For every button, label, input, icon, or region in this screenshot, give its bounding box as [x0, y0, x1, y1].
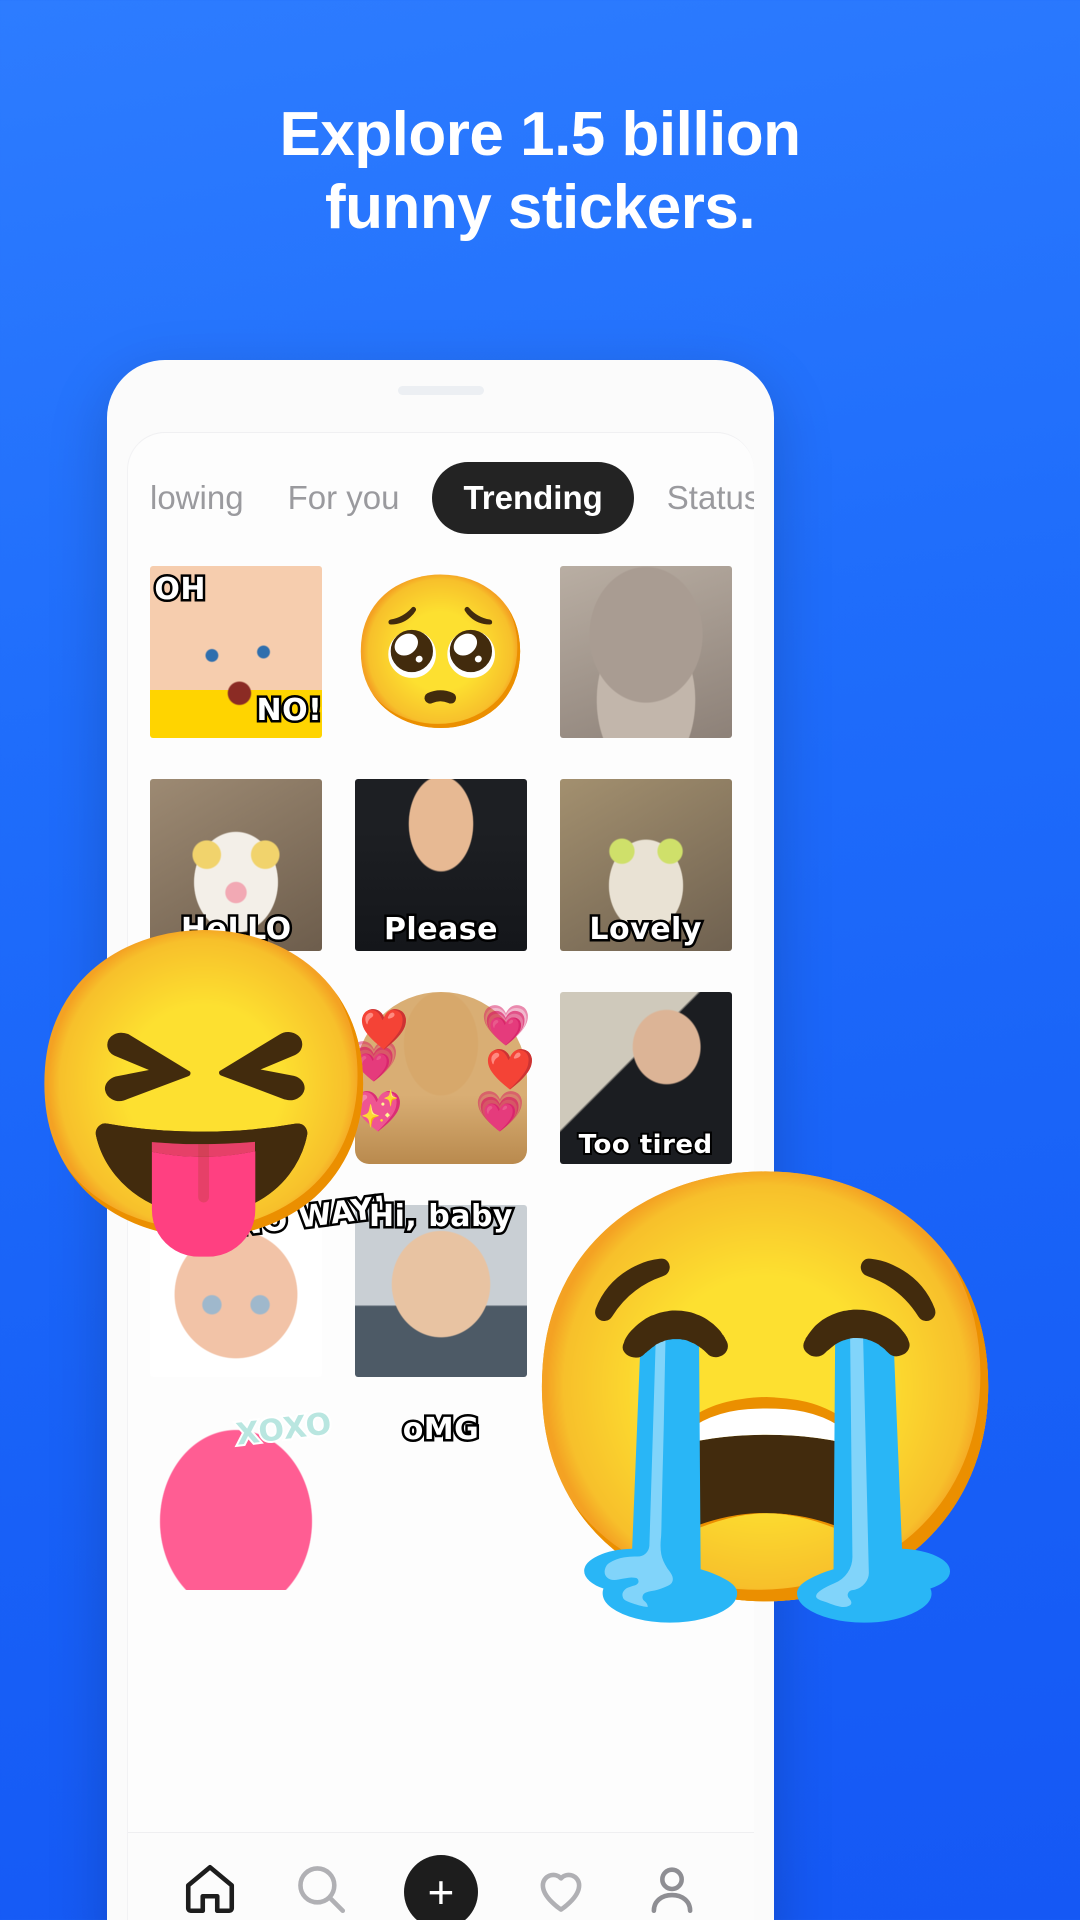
nav-add-button[interactable]: + — [403, 1854, 478, 1920]
add-icon[interactable]: + — [403, 1854, 478, 1920]
sticker-cell[interactable]: 💗 ❤️ 💗 ❤️ 💗 💖 — [339, 971, 544, 1184]
sticker-cell[interactable]: XOXO — [134, 1397, 339, 1610]
sticker-crying-emoji[interactable] — [560, 1205, 732, 1377]
nav-profile-button[interactable] — [643, 1860, 701, 1920]
sticker-cell[interactable]: Too tired — [543, 971, 748, 1184]
sticker-caption-top: OH — [152, 569, 208, 609]
sticker-cell-empty[interactable] — [134, 971, 339, 1184]
sticker-caption-bottom: Lovely — [587, 909, 704, 949]
app-screen: lowing For you Trending Status Meme OH N… — [127, 432, 754, 1920]
sticker-man-too-tired[interactable]: Too tired — [559, 991, 732, 1164]
category-tab-bar[interactable]: lowing For you Trending Status Meme — [128, 462, 754, 534]
sticker-man-please[interactable]: Please — [354, 778, 527, 951]
tab-trending[interactable]: Trending — [432, 462, 634, 534]
sticker-cat-lovely[interactable]: Lovely — [559, 778, 732, 951]
sticker-caption-bottom: oMG — [400, 1409, 481, 1449]
sticker-baby-no-way[interactable]: NO WAY! — [150, 1187, 392, 1377]
sticker-cell[interactable]: 🥺 — [339, 545, 544, 758]
sticker-baby-hi-baby[interactable]: Hi, baby — [354, 1196, 527, 1377]
page-headline: Explore 1.5 billion funny stickers. — [0, 98, 1080, 244]
nav-search-button[interactable] — [292, 1860, 350, 1920]
nav-home-button[interactable] — [181, 1860, 239, 1920]
sticker-caption-bottom: Too tired — [577, 1128, 714, 1162]
sticker-caption-bottom: HeLLO — [179, 909, 294, 949]
sticker-cell[interactable] — [543, 1184, 748, 1397]
search-icon — [292, 1860, 350, 1920]
headline-line-2: funny stickers. — [324, 173, 756, 243]
sticker-caption-top: Hi, baby — [366, 1196, 514, 1236]
nav-likes-button[interactable] — [532, 1860, 590, 1920]
sticker-cell-empty[interactable] — [543, 1397, 748, 1610]
heart-icon: ❤️ — [358, 1007, 409, 1052]
sticker-cell[interactable]: NO WAY! — [134, 1184, 392, 1397]
sticker-cat-hello[interactable]: HeLLO — [150, 778, 323, 951]
sticker-cell[interactable]: Lovely — [543, 758, 748, 971]
profile-icon — [643, 1860, 701, 1920]
heart-icon: 💗 — [475, 1089, 525, 1134]
headline-line-1: Explore 1.5 billion — [279, 100, 801, 169]
sticker-omg[interactable]: oMG — [355, 1409, 527, 1590]
heart-icon — [532, 1860, 590, 1920]
sticker-cell[interactable]: Please — [339, 758, 544, 971]
sticker-caption-bottom: Please — [381, 909, 500, 949]
sticker-cell[interactable]: Hi, baby — [339, 1184, 544, 1397]
tab-for-you[interactable]: For you — [266, 479, 422, 517]
bottom-navigation-bar: + — [128, 1832, 754, 1920]
heart-icon: ❤️ — [485, 1047, 535, 1092]
heart-icon: 💖 — [352, 1089, 403, 1134]
tab-following[interactable]: lowing — [128, 479, 266, 517]
heart-icon: 💗 — [481, 1003, 531, 1048]
sticker-image — [559, 565, 732, 738]
sticker-pleading-face[interactable]: 🥺 — [348, 566, 535, 738]
sticker-grid: OH NO! 🥺 HeLLO Please Lovely 💗 ❤️ 💗 ❤️ 💗… — [128, 545, 754, 1835]
sticker-marmot-hearts[interactable]: 💗 ❤️ 💗 ❤️ 💗 💖 — [349, 991, 535, 1164]
sticker-caption-bottom: NO! — [254, 690, 324, 730]
sticker-cell[interactable]: oMG — [339, 1397, 544, 1610]
sticker-cell[interactable]: HeLLO — [134, 758, 339, 971]
sticker-cell[interactable]: OH NO! — [134, 545, 339, 758]
phone-mockup: lowing For you Trending Status Meme OH N… — [107, 360, 774, 1920]
sticker-baby-oh-no[interactable]: OH NO! — [150, 565, 324, 738]
pleading-face-emoji: 🥺 — [347, 567, 535, 736]
sticker-xoxo[interactable]: XOXO — [150, 1404, 336, 1590]
phone-speaker-notch — [397, 386, 484, 395]
sticker-cell[interactable] — [543, 545, 748, 758]
sticker-grumpy-cat[interactable] — [559, 565, 732, 738]
tab-status[interactable]: Status — [645, 479, 754, 517]
home-icon — [181, 1860, 239, 1920]
